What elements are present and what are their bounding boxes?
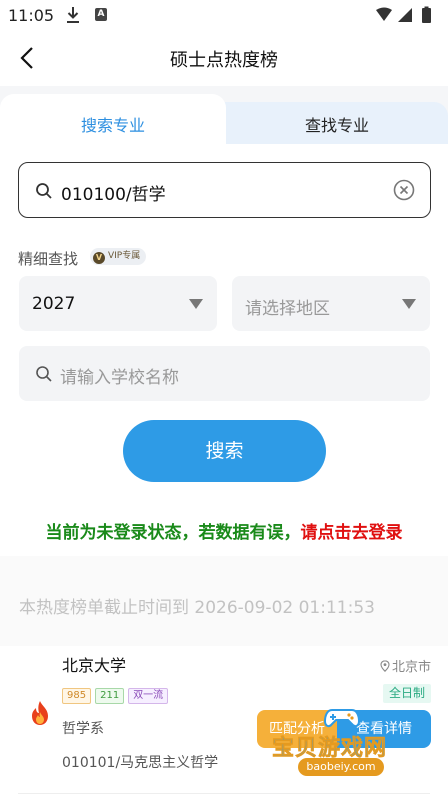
gamepad-icon: [324, 709, 360, 728]
login-link[interactable]: 请点击去登录: [301, 523, 403, 543]
year-value: 2027: [32, 294, 76, 314]
location: 北京市: [380, 656, 431, 675]
cutoff-note: 本热度榜单截止时间到 2026-09-02 01:11:53: [19, 598, 375, 618]
watermark-url: baobeiy.com: [298, 758, 384, 776]
fire-icon: [32, 701, 48, 725]
region-select[interactable]: 请选择地区: [232, 276, 430, 331]
caret-down-icon: [402, 299, 416, 309]
search-icon: [36, 366, 52, 382]
clear-icon[interactable]: [393, 179, 415, 201]
major: 010101/马克思主义哲学: [62, 755, 219, 771]
study-mode-tag: 全日制: [382, 684, 431, 703]
signal-battery-icons: [376, 6, 431, 23]
download-icon: [67, 7, 79, 23]
vip-badge: V VIP专属: [90, 248, 147, 265]
department: 哲学系: [62, 721, 104, 737]
school-name-input[interactable]: 请输入学校名称: [19, 346, 430, 401]
status-time: 11:05: [8, 6, 55, 25]
tag-211: 211: [95, 688, 125, 704]
search-value[interactable]: 010100/哲学: [61, 180, 166, 205]
header: 硕士点热度榜: [0, 32, 448, 84]
app-notification-icon: A: [95, 8, 107, 21]
tag-985: 985: [62, 688, 92, 704]
tab-find-major[interactable]: 查找专业: [226, 112, 448, 136]
location-text: 北京市: [391, 660, 431, 675]
tag-double-first-class: 双一流: [128, 688, 169, 704]
filter-label: 精细查找: [18, 250, 79, 268]
vip-icon: V: [93, 252, 105, 264]
university-tags: 985 211 双一流: [62, 683, 172, 704]
login-notice: 当前为未登录状态，若数据有误，请点击去登录: [0, 518, 448, 552]
tab-bar: 搜索专业 查找专业: [0, 94, 448, 144]
search-button[interactable]: 搜索: [123, 420, 326, 482]
divider: [18, 793, 430, 794]
vip-badge-text: VIP专属: [108, 251, 141, 261]
status-bar: 11:05 A: [0, 0, 448, 32]
page-title: 硕士点热度榜: [170, 50, 278, 71]
year-select[interactable]: 2027: [19, 276, 217, 331]
region-placeholder: 请选择地区: [245, 299, 330, 319]
major-search-input[interactable]: 010100/哲学: [18, 162, 431, 218]
caret-down-icon: [189, 299, 203, 309]
university-name[interactable]: 北京大学: [62, 652, 126, 676]
school-placeholder: 请输入学校名称: [60, 368, 179, 388]
search-icon: [36, 183, 52, 199]
tab-search-major[interactable]: 搜索专业: [0, 112, 226, 136]
search-card: 010100/哲学 精细查找 V VIP专属 2027 请选择地区 请输入学校名称…: [0, 144, 448, 500]
location-pin-icon: [380, 660, 390, 672]
login-notice-text: 当前为未登录状态，若数据有误，: [45, 523, 301, 543]
watermark: 宝贝游戏网 baobeiy.com: [272, 704, 422, 778]
